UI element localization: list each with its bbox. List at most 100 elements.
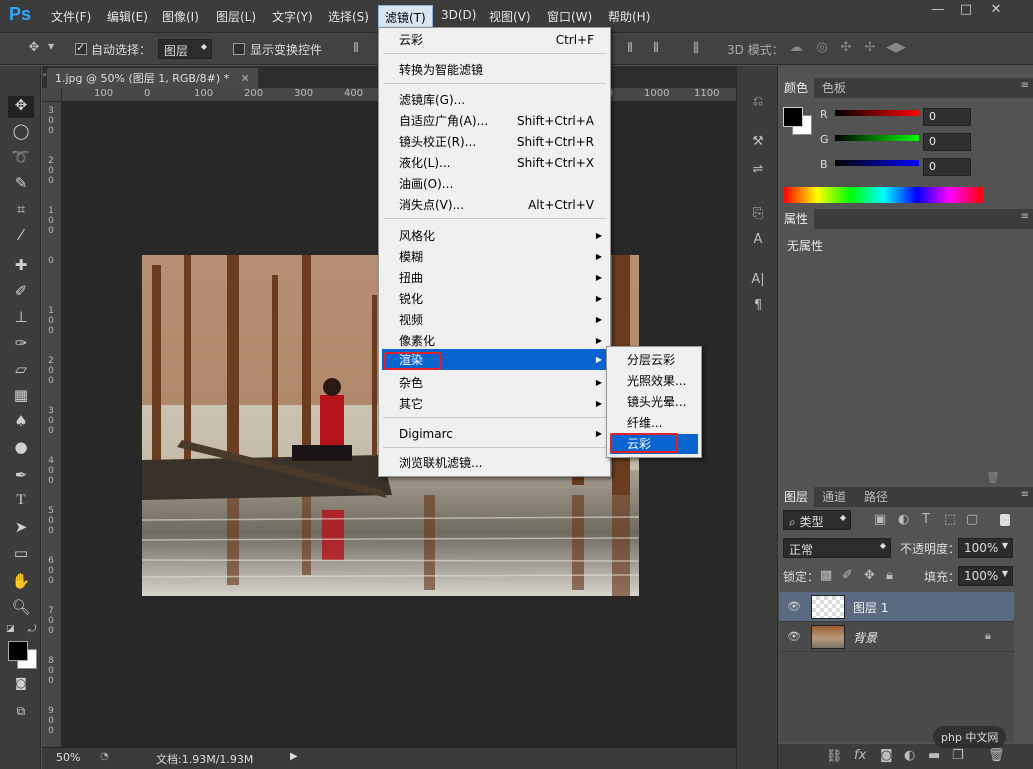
distribute-icon[interactable]: ⫴ bbox=[622, 41, 638, 56]
delete-layer-icon[interactable]: 🗑︎ bbox=[988, 748, 1005, 763]
zoom-level[interactable]: 50% bbox=[56, 751, 80, 764]
submenu-item-clouds[interactable]: 云彩 bbox=[627, 434, 651, 454]
tool-preset-chevron-icon[interactable]: ▼ bbox=[48, 42, 54, 51]
blend-mode-dropdown[interactable]: 正常 ◆ bbox=[783, 538, 891, 558]
quick-mask-icon[interactable]: ◙ bbox=[8, 676, 34, 698]
lasso-tool-icon[interactable]: ➰ bbox=[8, 148, 34, 170]
rectangle-tool-icon[interactable]: ▭ bbox=[8, 544, 34, 566]
menu-item-clouds-last[interactable]: 云彩 bbox=[399, 30, 423, 50]
auto-select-dropdown[interactable]: 图层 ◆ bbox=[158, 39, 212, 59]
tab-layers[interactable]: 图层 bbox=[778, 487, 815, 507]
tab-swatches[interactable]: 色板 bbox=[816, 78, 852, 98]
pen-tool-icon[interactable]: ✒ bbox=[8, 466, 34, 488]
crop-tool-icon[interactable]: ⌗ bbox=[8, 200, 34, 222]
menu-item-vanishing-point[interactable]: 消失点(V)... bbox=[399, 195, 464, 215]
filter-smart-icon[interactable]: ▢ bbox=[966, 512, 978, 527]
type-tool-icon[interactable]: T bbox=[8, 492, 34, 514]
menu-view[interactable]: 视图(V) bbox=[489, 8, 531, 25]
3d-pan-icon[interactable]: ✣ bbox=[838, 40, 854, 55]
channel-b-value[interactable]: 0 bbox=[923, 158, 971, 176]
panel-menu-icon[interactable]: ≡ bbox=[1021, 80, 1029, 91]
clone-source-icon[interactable]: ⎘ bbox=[748, 206, 768, 221]
zoom-tool-icon[interactable]: 🔍︎ bbox=[8, 598, 34, 620]
menu-item-filter-gallery[interactable]: 滤镜库(G)... bbox=[399, 90, 465, 110]
3d-scale-icon[interactable]: ◀▶ bbox=[886, 40, 906, 55]
quick-select-tool-icon[interactable]: ✎ bbox=[8, 174, 34, 196]
layer-row-background[interactable]: 👁︎ 背景 🔒︎ bbox=[779, 622, 1014, 652]
default-colors-icon[interactable]: ◪ bbox=[6, 624, 15, 634]
menu-item-digimarc[interactable]: Digimarc bbox=[399, 424, 453, 444]
menu-layer[interactable]: 图层(L) bbox=[216, 8, 256, 25]
eyedropper-tool-icon[interactable]: ⁄ bbox=[8, 226, 34, 248]
lock-position-icon[interactable]: ✥ bbox=[864, 568, 875, 583]
properties-menu-icon[interactable]: ≡ bbox=[1021, 211, 1029, 222]
menu-item-pixelate[interactable]: 像素化 bbox=[399, 331, 435, 351]
ruler-origin[interactable] bbox=[42, 88, 62, 102]
filter-toggle-icon[interactable] bbox=[1000, 514, 1010, 526]
status-info-icon[interactable]: ◔ bbox=[100, 751, 109, 762]
properties-trash-icon[interactable]: 🗑︎ bbox=[986, 471, 1000, 484]
menu-item-video[interactable]: 视频 bbox=[399, 310, 423, 330]
character-styles-icon[interactable]: A bbox=[748, 232, 768, 247]
healing-brush-tool-icon[interactable]: ✚ bbox=[8, 256, 34, 278]
maximize-button[interactable]: □ bbox=[952, 2, 980, 20]
tab-channels[interactable]: 通道 bbox=[816, 487, 852, 507]
menu-window[interactable]: 窗口(W) bbox=[547, 8, 592, 25]
tab-color[interactable]: 颜色 bbox=[778, 78, 815, 98]
filter-pixel-icon[interactable]: ▣ bbox=[874, 512, 886, 527]
auto-align-icon[interactable]: ⫼ bbox=[688, 41, 704, 56]
menu-item-render[interactable]: 渲染 bbox=[399, 350, 423, 370]
close-tab-icon[interactable]: ✕ bbox=[241, 72, 250, 85]
menu-item-liquify[interactable]: 液化(L)... bbox=[399, 153, 451, 173]
menu-item-adaptive-wide[interactable]: 自适应广角(A)... bbox=[399, 111, 488, 131]
add-mask-icon[interactable]: ◙ bbox=[880, 748, 893, 763]
blur-tool-icon[interactable]: ♠ bbox=[8, 412, 34, 434]
layer-name[interactable]: 图层 1 bbox=[853, 599, 888, 616]
screen-mode-icon[interactable]: ⧉ bbox=[8, 704, 34, 726]
menu-item-distort[interactable]: 扭曲 bbox=[399, 268, 423, 288]
collapse-icon[interactable]: » bbox=[42, 70, 47, 79]
brush-panel-icon[interactable]: ⇌ bbox=[748, 162, 768, 177]
marquee-tool-icon[interactable]: ◯ bbox=[8, 122, 34, 144]
fill-field[interactable]: 100% ▼ bbox=[958, 566, 1013, 586]
foreground-color-swatch[interactable] bbox=[8, 641, 28, 661]
submenu-item-lens-flare[interactable]: 镜头光晕... bbox=[627, 392, 686, 412]
show-transform-checkbox[interactable] bbox=[233, 43, 245, 55]
menu-item-noise[interactable]: 杂色 bbox=[399, 373, 423, 393]
hand-tool-icon[interactable]: ✋ bbox=[8, 572, 34, 594]
adjustment-layer-icon[interactable]: ◐ bbox=[904, 748, 915, 763]
menu-item-other[interactable]: 其它 bbox=[399, 394, 423, 414]
tab-properties[interactable]: 属性 bbox=[778, 209, 815, 229]
link-layers-icon[interactable]: ⛓︎ bbox=[826, 749, 843, 764]
menu-item-stylize[interactable]: 风格化 bbox=[399, 226, 435, 246]
move-tool-icon[interactable]: ✥ bbox=[24, 40, 44, 55]
distribute-center-icon[interactable]: ⫴ bbox=[648, 41, 664, 56]
channel-b-slider[interactable] bbox=[835, 160, 919, 166]
history-brush-tool-icon[interactable]: ✑ bbox=[8, 334, 34, 356]
layer-row-1[interactable]: 👁︎ 图层 1 bbox=[779, 592, 1014, 622]
menu-item-sharpen[interactable]: 锐化 bbox=[399, 289, 423, 309]
align-top-icon[interactable]: ⫴ bbox=[348, 41, 364, 56]
menu-image[interactable]: 图像(I) bbox=[162, 8, 199, 25]
3d-rotate-icon[interactable]: ☁ bbox=[788, 40, 804, 55]
tab-paths[interactable]: 路径 bbox=[858, 487, 894, 507]
visibility-eye-icon[interactable]: 👁︎ bbox=[787, 600, 801, 613]
menu-type[interactable]: 文字(Y) bbox=[272, 8, 313, 25]
path-select-tool-icon[interactable]: ➤ bbox=[8, 518, 34, 540]
filter-shape-icon[interactable]: ⬚ bbox=[944, 512, 956, 527]
layer-filter-dropdown[interactable]: ⌕ 类型 ◆ bbox=[783, 510, 851, 530]
3d-slide-icon[interactable]: ✢ bbox=[862, 40, 878, 55]
tool-presets-icon[interactable]: ⚒ bbox=[748, 134, 768, 149]
dodge-tool-icon[interactable]: ● bbox=[8, 438, 34, 460]
channel-g-slider[interactable] bbox=[835, 135, 919, 141]
auto-select-checkbox[interactable] bbox=[75, 41, 87, 55]
channel-g-value[interactable]: 0 bbox=[923, 133, 971, 151]
eraser-tool-icon[interactable]: ▱ bbox=[8, 360, 34, 382]
color-spectrum-bar[interactable] bbox=[784, 187, 983, 203]
color-fg-swatch[interactable] bbox=[783, 107, 803, 127]
menu-select[interactable]: 选择(S) bbox=[328, 8, 369, 25]
menu-filter[interactable]: 滤镜(T) bbox=[378, 5, 433, 28]
channel-r-slider[interactable] bbox=[835, 110, 919, 116]
menu-item-browse-online[interactable]: 浏览联机滤镜... bbox=[399, 453, 482, 473]
menu-item-blur[interactable]: 模糊 bbox=[399, 247, 423, 267]
